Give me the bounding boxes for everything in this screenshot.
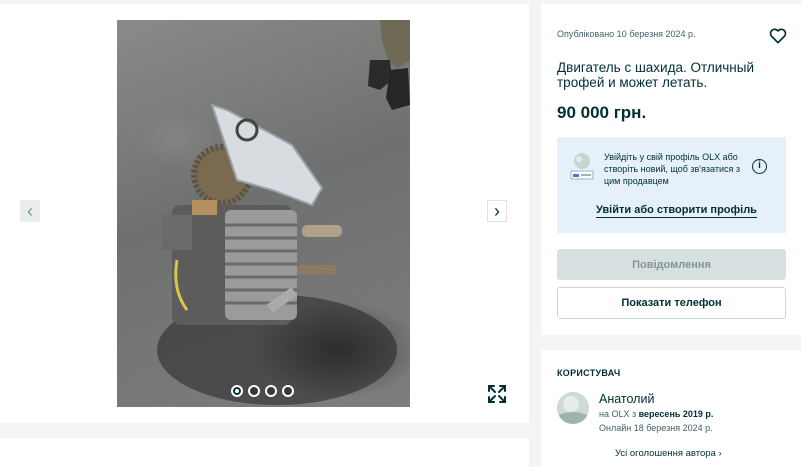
seller-name[interactable]: Анатолий [599, 392, 654, 406]
seller-since: на OLX з вересень 2019 р. [599, 409, 713, 419]
login-link[interactable]: Увійти або створити профіль [596, 204, 757, 218]
prev-photo-button[interactable]: ‹ [20, 200, 40, 222]
login-promo-text: Увійдіть у свій профіль OLX або створіть… [604, 152, 740, 186]
photo-dots [231, 385, 294, 397]
photo-dot-1[interactable] [231, 385, 243, 397]
published-date: Опубліковано 10 березня 2024 р. [557, 29, 696, 39]
avatar-placeholder-icon [557, 392, 589, 424]
listing-title: Двигатель с шахида. Отличный трофей и мо… [557, 60, 755, 90]
chevron-left-icon: ‹ [27, 200, 33, 221]
photo-gallery: ‹ › [0, 4, 529, 423]
info-icon[interactable]: i [752, 159, 767, 174]
engine-image [157, 103, 397, 405]
login-promo: Увійдіть у свій профіль OLX або створіть… [557, 137, 786, 233]
seller-all-ads-link[interactable]: Усі оголошення автора › [615, 448, 722, 459]
login-illustration-icon [570, 153, 594, 180]
seller-since-prefix: на OLX з [599, 409, 639, 419]
seller-card: КОРИСТУВАЧ Анатолий на OLX з вересень 20… [541, 350, 801, 467]
heart-icon[interactable] [768, 26, 788, 46]
chevron-right-icon: › [494, 200, 500, 221]
listing-photo[interactable] [117, 20, 410, 407]
message-button[interactable]: Повідомлення [557, 249, 786, 280]
description-card [0, 438, 529, 467]
listing-info-card: Опубліковано 10 березня 2024 р. Двигател… [541, 4, 801, 335]
seller-heading: КОРИСТУВАЧ [557, 368, 621, 378]
photo-dot-2[interactable] [248, 385, 260, 397]
photo-dot-3[interactable] [265, 385, 277, 397]
show-phone-button[interactable]: Показати телефон [557, 287, 786, 319]
seller-since-date: вересень 2019 р. [638, 409, 714, 419]
photo-dot-4[interactable] [282, 385, 294, 397]
next-photo-button[interactable]: › [487, 200, 507, 222]
seller-last-online: Онлайн 18 березня 2024 р. [599, 423, 713, 433]
expand-icon[interactable] [486, 383, 508, 405]
avatar[interactable] [557, 392, 589, 424]
listing-price: 90 000 грн. [557, 103, 647, 122]
